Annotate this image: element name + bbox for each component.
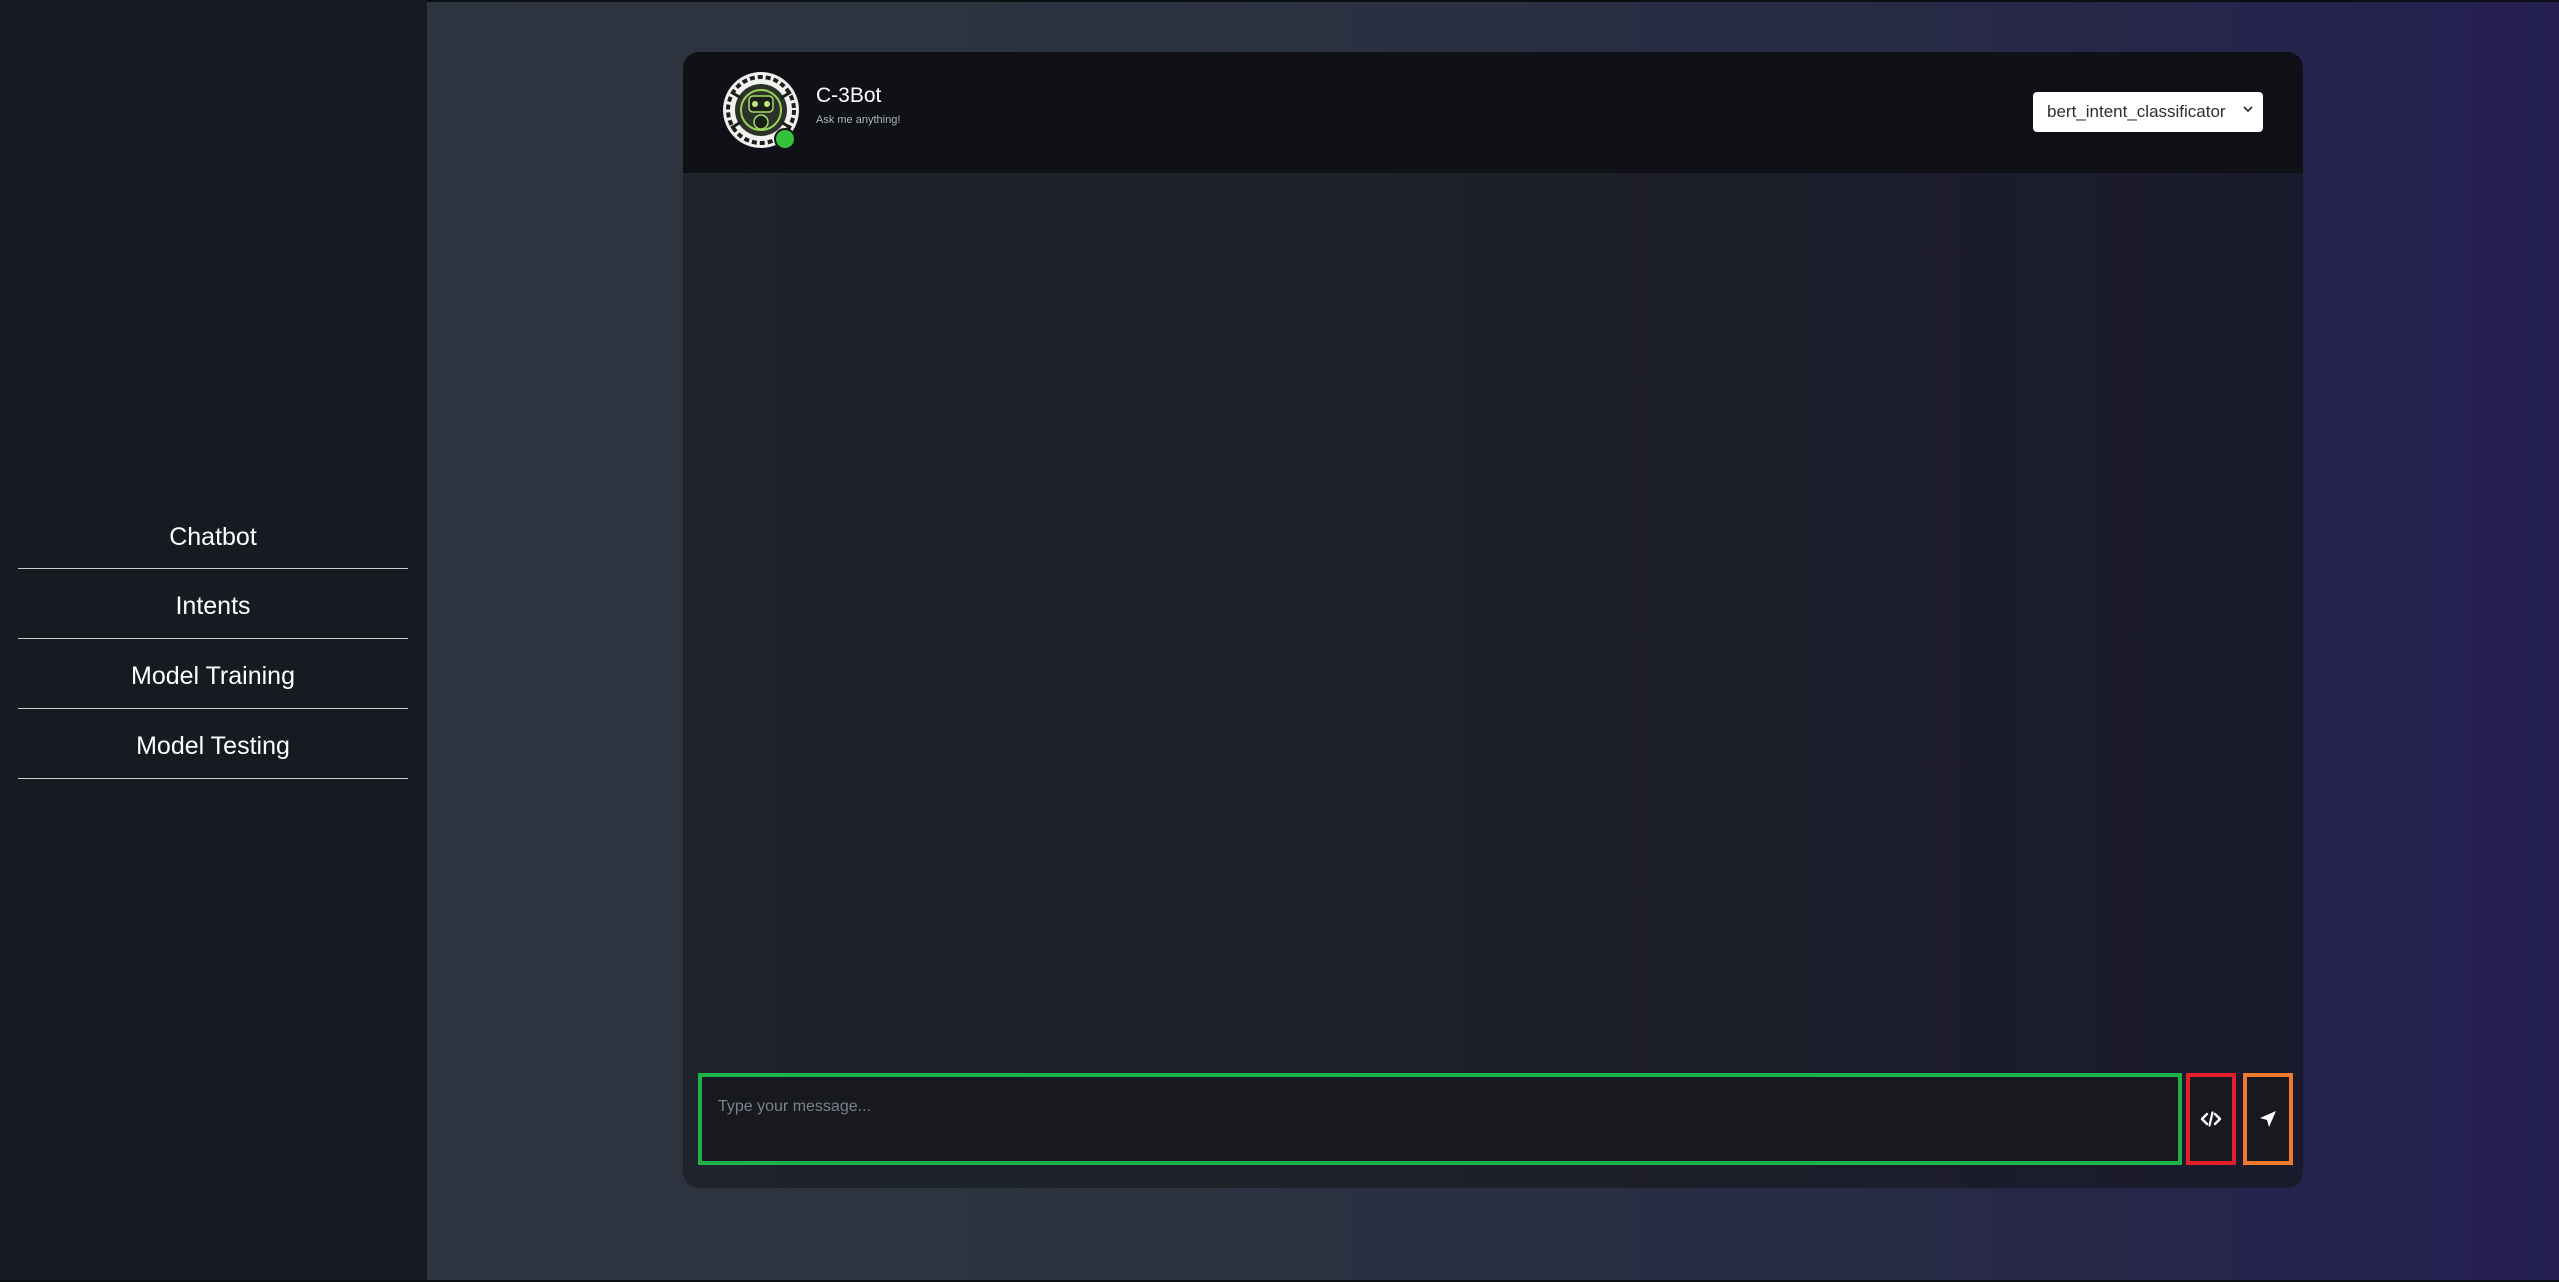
sidebar-item-intents[interactable]: Intents: [18, 569, 408, 639]
online-status-icon: [774, 128, 796, 150]
model-select-value: bert_intent_classificator: [2047, 102, 2226, 121]
code-button[interactable]: [2186, 1073, 2236, 1165]
bot-name: C-3Bot: [816, 84, 882, 107]
send-button[interactable]: [2243, 1073, 2293, 1165]
sidebar-nav: Chatbot Intents Model Training Model Tes…: [18, 500, 408, 779]
bot-tagline: Ask me anything!: [816, 114, 901, 126]
chevron-down-icon: [2243, 106, 2253, 113]
model-select[interactable]: bert_intent_classificator: [2033, 92, 2263, 132]
sidebar-item-chatbot[interactable]: Chatbot: [18, 500, 408, 569]
message-input-container[interactable]: [698, 1073, 2182, 1165]
code-icon: [2200, 1111, 2222, 1127]
message-area: [683, 173, 2303, 1123]
chat-panel: C-3Bot Ask me anything! bert_intent_clas…: [683, 52, 2303, 1188]
chat-header: C-3Bot Ask me anything! bert_intent_clas…: [683, 52, 2303, 173]
message-input[interactable]: [702, 1077, 2178, 1137]
sidebar-item-model-testing[interactable]: Model Testing: [18, 709, 408, 779]
sidebar-item-model-training[interactable]: Model Training: [18, 639, 408, 709]
sidebar: Chatbot Intents Model Training Model Tes…: [0, 0, 427, 1282]
send-icon: [2260, 1111, 2276, 1127]
